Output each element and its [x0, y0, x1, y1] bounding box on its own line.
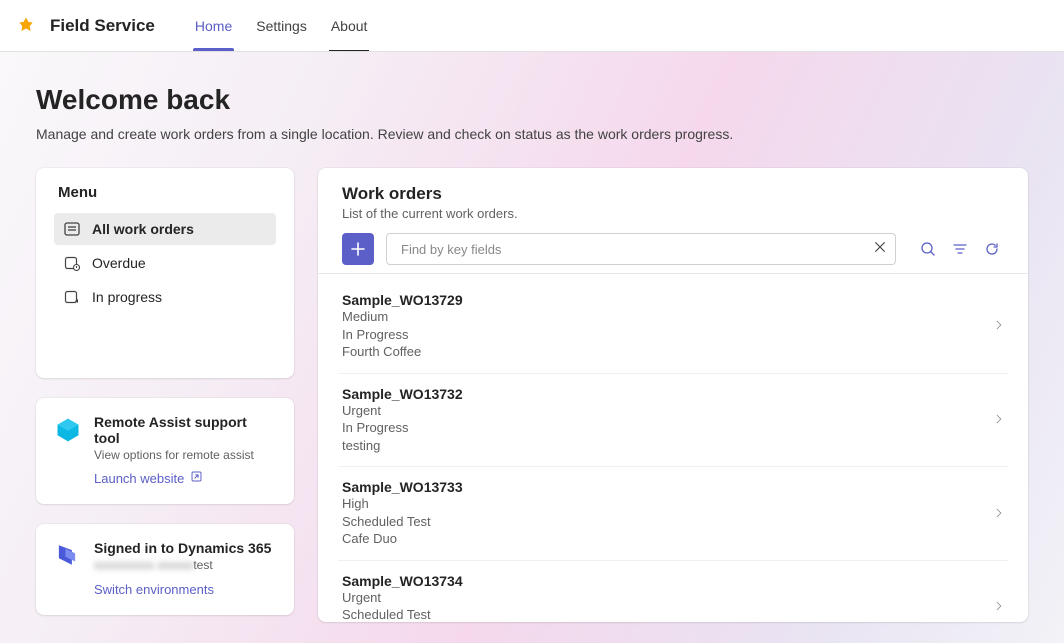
menu-card: Menu All work orders Overdue	[36, 168, 294, 378]
work-order-item[interactable]: Sample_WO13729MediumIn ProgressFourth Co…	[338, 280, 1008, 374]
menu-item-label: All work orders	[92, 221, 194, 237]
dynamics-card: Signed in to Dynamics 365 xxxxxxxxxx xxx…	[36, 524, 294, 615]
work-order-status: In Progress	[342, 419, 994, 437]
panel-title: Work orders	[342, 184, 1004, 204]
work-order-item[interactable]: Sample_WO13734UrgentScheduled TestCafe D…	[338, 561, 1008, 622]
top-bar: Field Service Home Settings About	[0, 0, 1064, 52]
search-icon[interactable]	[920, 241, 936, 257]
search-field[interactable]	[386, 233, 896, 265]
chevron-right-icon	[994, 598, 1004, 616]
chevron-right-icon	[994, 411, 1004, 429]
main-area: Welcome back Manage and create work orde…	[0, 52, 1064, 643]
menu-item-label: Overdue	[92, 255, 146, 271]
page-title: Welcome back	[36, 84, 1028, 116]
work-order-account: Cafe Duo	[342, 530, 994, 548]
search-input[interactable]	[399, 241, 873, 258]
nav-tabs: Home Settings About	[183, 0, 380, 51]
work-order-priority: Urgent	[342, 589, 994, 607]
menu-item-label: In progress	[92, 289, 162, 305]
hexagon-icon	[54, 416, 82, 444]
remote-assist-card: Remote Assist support tool View options …	[36, 398, 294, 504]
add-work-order-button[interactable]	[342, 233, 374, 265]
work-order-name: Sample_WO13732	[342, 386, 994, 402]
nav-tab-home[interactable]: Home	[183, 0, 244, 51]
menu-item-in-progress[interactable]: In progress	[54, 281, 276, 313]
work-order-account: Fourth Coffee	[342, 343, 994, 361]
app-title: Field Service	[50, 16, 155, 36]
work-order-status: In Progress	[342, 326, 994, 344]
filter-icon[interactable]	[952, 241, 968, 257]
chevron-right-icon	[994, 505, 1004, 523]
remote-assist-subtitle: View options for remote assist	[94, 448, 276, 462]
chevron-right-icon	[994, 317, 1004, 335]
work-order-status: Scheduled Test	[342, 513, 994, 531]
page-subtitle: Manage and create work orders from a sin…	[36, 126, 1028, 142]
clear-icon[interactable]	[873, 240, 887, 259]
panel-subtitle: List of the current work orders.	[342, 206, 1004, 221]
dynamics-title: Signed in to Dynamics 365	[94, 540, 271, 556]
nav-tab-settings[interactable]: Settings	[244, 0, 319, 51]
work-order-item[interactable]: Sample_WO13733HighScheduled TestCafe Duo	[338, 467, 1008, 561]
dynamics-icon	[54, 542, 82, 570]
remote-assist-title: Remote Assist support tool	[94, 414, 276, 446]
work-order-account: testing	[342, 437, 994, 455]
progress-icon	[64, 289, 80, 305]
work-order-name: Sample_WO13733	[342, 479, 994, 495]
nav-tab-about[interactable]: About	[319, 0, 380, 51]
environment-name: xxxxxxxxxx xxxxxxtest	[94, 556, 271, 574]
menu-title: Menu	[54, 184, 276, 201]
menu-item-overdue[interactable]: Overdue	[54, 247, 276, 279]
menu-item-all-work-orders[interactable]: All work orders	[54, 213, 276, 245]
refresh-icon[interactable]	[984, 241, 1000, 257]
work-order-name: Sample_WO13734	[342, 573, 994, 589]
work-order-item[interactable]: Sample_WO13732UrgentIn Progresstesting	[338, 374, 1008, 468]
external-link-icon	[190, 470, 203, 486]
work-order-status: Scheduled Test	[342, 606, 994, 622]
app-logo-icon	[16, 16, 36, 36]
list-icon	[64, 221, 80, 237]
work-orders-panel: Work orders List of the current work ord…	[318, 168, 1028, 622]
work-order-priority: Urgent	[342, 402, 994, 420]
launch-website-link[interactable]: Launch website	[94, 470, 203, 486]
work-order-priority: High	[342, 495, 994, 513]
work-order-priority: Medium	[342, 308, 994, 326]
switch-environments-link[interactable]: Switch environments	[94, 582, 214, 597]
calendar-alert-icon	[64, 255, 80, 271]
work-order-name: Sample_WO13729	[342, 292, 994, 308]
